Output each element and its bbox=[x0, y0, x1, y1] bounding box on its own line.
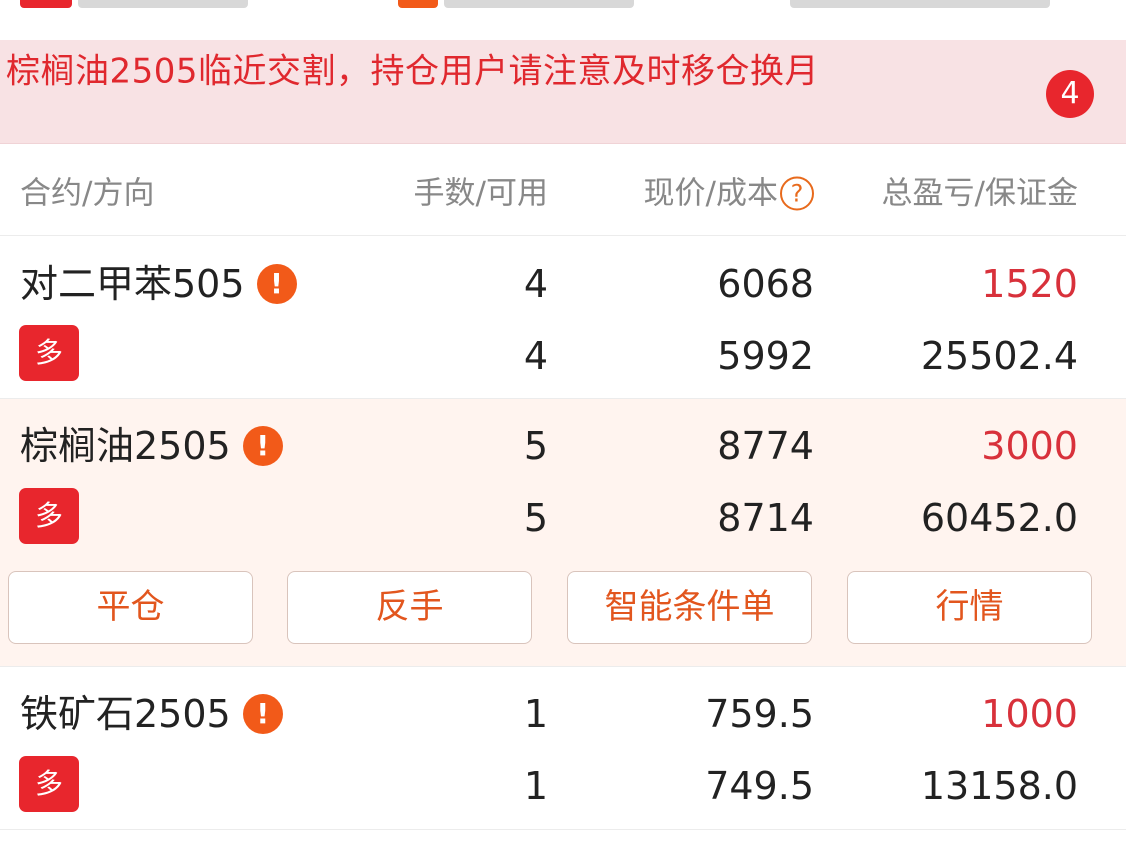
toolbar-label-clipped bbox=[78, 0, 248, 8]
contract-name-text: 对二甲苯505 bbox=[20, 262, 245, 306]
current-price: 759.5 bbox=[705, 692, 814, 736]
lots-value: 1 bbox=[523, 692, 548, 736]
margin-value: 25502.4 bbox=[920, 334, 1078, 378]
warning-icon[interactable]: ! bbox=[242, 425, 283, 466]
lots-value: 4 bbox=[523, 262, 548, 306]
available-value: 1 bbox=[523, 764, 548, 808]
current-price: 6068 bbox=[717, 262, 814, 306]
toolbar-icon-clipped bbox=[398, 0, 438, 8]
header-lots-available: 手数/可用 bbox=[413, 175, 548, 212]
delivery-notice-banner[interactable]: 棕榈油2505临近交割，持仓用户请注意及时移仓换月 4 bbox=[0, 40, 1126, 144]
warning-icon[interactable]: ! bbox=[242, 693, 283, 734]
margin-value: 60452.0 bbox=[920, 496, 1078, 540]
warning-icon[interactable]: ! bbox=[256, 263, 297, 304]
available-value: 4 bbox=[523, 334, 548, 378]
position-row-selected[interactable]: 棕榈油2505! 多 5 5 8774 8714 3000 60452.0 平仓… bbox=[0, 399, 1126, 667]
notice-text: 棕榈油2505临近交割，持仓用户请注意及时移仓换月 bbox=[6, 51, 820, 92]
direction-badge: 多 bbox=[19, 488, 79, 544]
market-quote-button[interactable]: 行情 bbox=[847, 571, 1092, 644]
reverse-position-button[interactable]: 反手 bbox=[287, 571, 532, 644]
direction-badge: 多 bbox=[19, 325, 79, 381]
positions-table-header: 合约/方向 手数/可用 现价/成本? 总盈亏/保证金 bbox=[0, 144, 1126, 236]
total-pnl: 1000 bbox=[981, 692, 1078, 736]
cost-price: 749.5 bbox=[705, 764, 814, 808]
contract-name: 棕榈油2505! bbox=[20, 424, 283, 468]
cost-price: 8714 bbox=[717, 496, 814, 540]
contract-name: 对二甲苯505! bbox=[20, 262, 297, 306]
help-icon[interactable]: ? bbox=[780, 176, 814, 210]
total-pnl: 1520 bbox=[981, 262, 1078, 306]
margin-value: 13158.0 bbox=[920, 764, 1078, 808]
smart-conditional-order-button[interactable]: 智能条件单 bbox=[567, 571, 812, 644]
header-price-cost-label: 现价/成本 bbox=[643, 175, 778, 212]
top-toolbar-clipped bbox=[0, 0, 1126, 40]
position-row[interactable]: 铁矿石2505! 多 1 1 759.5 749.5 1000 13158.0 bbox=[0, 667, 1126, 830]
contract-name: 铁矿石2505! bbox=[20, 692, 283, 736]
position-row[interactable]: 对二甲苯505! 多 4 4 6068 5992 1520 25502.4 bbox=[0, 236, 1126, 399]
close-position-button[interactable]: 平仓 bbox=[8, 571, 253, 644]
direction-badge: 多 bbox=[19, 756, 79, 812]
header-pnl-margin: 总盈亏/保证金 bbox=[881, 175, 1078, 212]
toolbar-icon-clipped bbox=[20, 0, 72, 8]
header-price-cost: 现价/成本? bbox=[644, 168, 814, 213]
toolbar-label-clipped bbox=[790, 0, 1050, 8]
contract-name-text: 棕榈油2505 bbox=[20, 424, 231, 468]
available-value: 5 bbox=[523, 496, 548, 540]
notice-count-badge: 4 bbox=[1046, 70, 1094, 118]
current-price: 8774 bbox=[717, 424, 814, 468]
contract-name-text: 铁矿石2505 bbox=[20, 692, 231, 736]
total-pnl: 3000 bbox=[981, 424, 1078, 468]
toolbar-label-clipped bbox=[444, 0, 634, 8]
header-contract-direction: 合约/方向 bbox=[20, 175, 155, 212]
cost-price: 5992 bbox=[717, 334, 814, 378]
lots-value: 5 bbox=[523, 424, 548, 468]
